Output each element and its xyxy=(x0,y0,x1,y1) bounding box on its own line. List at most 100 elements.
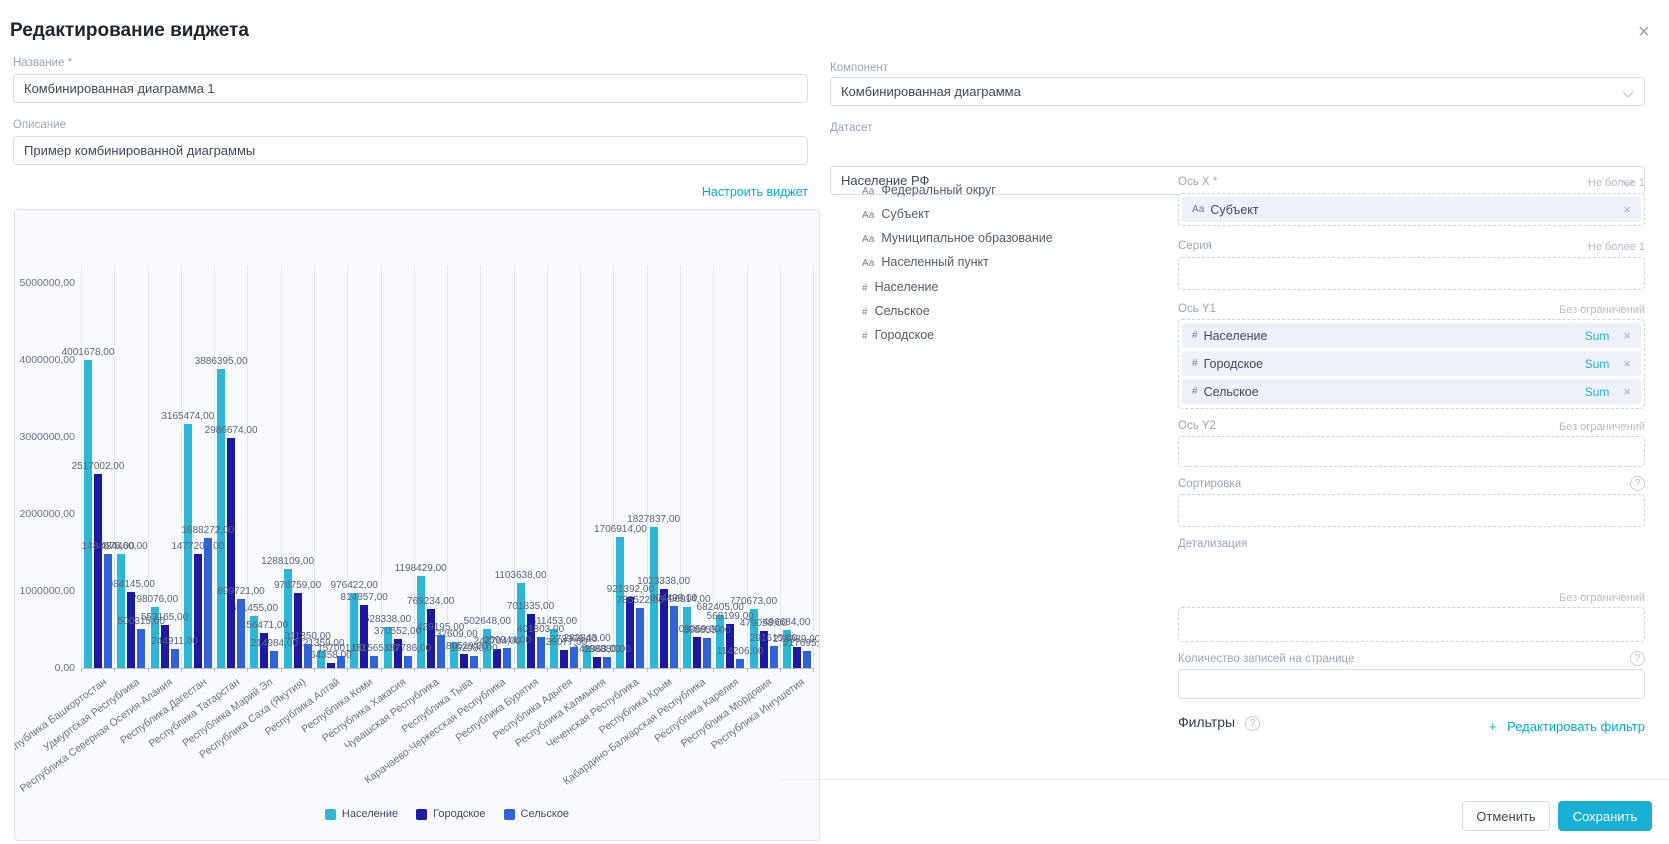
bar-value-label: 138880,00 xyxy=(583,644,630,655)
close-icon[interactable]: × xyxy=(1638,22,1650,42)
legend-label: Сельское xyxy=(521,808,570,820)
field-item-population[interactable]: # Население xyxy=(862,280,938,300)
bar-Население xyxy=(716,615,724,668)
gridline xyxy=(580,265,581,668)
legend-item-Сельское[interactable]: Сельское xyxy=(504,808,570,820)
help-icon[interactable]: ? xyxy=(1630,651,1645,666)
remove-chip-icon[interactable]: × xyxy=(1623,384,1631,399)
bar-value-label: 429195,00 xyxy=(417,622,464,633)
text-type-icon: Аа xyxy=(862,186,874,197)
axis-y1-chip-population[interactable]: # Население Sum × xyxy=(1182,323,1641,348)
bar-Сельское xyxy=(736,659,744,668)
sorting-dropzone[interactable] xyxy=(1178,494,1645,527)
bar-Городское xyxy=(460,654,468,668)
bar-value-label: 3886395,00 xyxy=(195,356,248,367)
gridline xyxy=(347,265,348,668)
page-size-input[interactable] xyxy=(1178,669,1645,699)
bar-value-label: 259944,00 xyxy=(484,635,531,646)
bar-value-label: 4001678,00 xyxy=(62,347,115,358)
number-type-icon: # xyxy=(862,283,868,294)
bar-value-label: 984145,00 xyxy=(108,579,155,590)
bar-Сельское xyxy=(636,608,644,668)
y-axis-tick-label: 1000000,00 xyxy=(15,585,75,597)
bar-Сельское xyxy=(803,651,811,668)
y-axis-tick-label: 3000000,00 xyxy=(15,431,75,443)
axis-y1-chip-rural[interactable]: # Сельское Sum × xyxy=(1182,379,1641,404)
field-item-urban[interactable]: # Городское xyxy=(862,328,934,348)
gridline xyxy=(780,265,781,668)
edit-filter-link[interactable]: + Редактировать фильтр xyxy=(1178,718,1645,736)
gridline xyxy=(747,265,748,668)
bar-value-label: 500315,00 xyxy=(118,616,165,627)
aggregation-select[interactable]: Sum xyxy=(1585,385,1610,399)
bar-value-label: 2986674,00 xyxy=(205,425,258,436)
bar-Городское xyxy=(194,554,202,668)
axis-x-chip-subject[interactable]: Аа Субъект × xyxy=(1182,197,1641,222)
gridline xyxy=(647,265,648,668)
bar-value-label: 456471,00 xyxy=(241,620,288,631)
help-icon[interactable]: ? xyxy=(1630,476,1645,491)
remove-chip-icon[interactable]: × xyxy=(1623,328,1631,343)
bar-Городское xyxy=(94,474,102,668)
bar-Сельское xyxy=(171,649,179,668)
bar-Население xyxy=(84,360,92,668)
aggregation-select[interactable]: Sum xyxy=(1585,329,1610,343)
cancel-button[interactable]: Отменить xyxy=(1462,801,1550,831)
bar-Городское xyxy=(427,609,435,668)
number-type-icon: # xyxy=(1192,358,1198,369)
gridline xyxy=(281,265,282,668)
configure-widget-link[interactable]: Настроить виджет xyxy=(13,185,808,199)
bar-Городское xyxy=(626,597,634,668)
text-type-icon: Аа xyxy=(862,210,874,221)
legend-swatch xyxy=(325,809,336,820)
series-dropzone[interactable] xyxy=(1178,257,1645,290)
field-item-subject[interactable]: Аа Субъект xyxy=(862,207,930,227)
bar-Сельское xyxy=(570,647,578,668)
bar-value-label: 388855,00 xyxy=(683,625,730,636)
bar-value-label: 157786,00 xyxy=(384,643,431,654)
bar-value-label: 701835,00 xyxy=(507,601,554,612)
bar-value-label: 1288109,00 xyxy=(261,556,314,567)
axis-y2-dropzone[interactable] xyxy=(1178,436,1645,467)
legend-item-Население[interactable]: Население xyxy=(325,808,398,820)
bar-value-label: 370552,00 xyxy=(374,626,421,637)
bar-Сельское xyxy=(603,657,611,668)
bar-Городское xyxy=(793,647,801,668)
field-item-settlement[interactable]: Аа Населенный пункт xyxy=(862,255,989,275)
chart-legend: Население Городское Сельское xyxy=(81,808,813,820)
field-item-federal-district[interactable]: Аа Федеральный округ xyxy=(862,183,996,203)
number-type-icon: # xyxy=(1192,330,1198,341)
bar-value-label: 976759,00 xyxy=(274,580,321,591)
bar-value-label: 1827837,00 xyxy=(627,514,680,525)
axis-y1-dropzone[interactable]: # Население Sum × # Городское Sum × # Се… xyxy=(1178,319,1645,409)
remove-chip-icon[interactable]: × xyxy=(1623,356,1631,371)
bar-Городское xyxy=(693,637,701,668)
extra-dropzone[interactable] xyxy=(1178,607,1645,642)
description-input[interactable] xyxy=(13,136,808,165)
bar-value-label: 1198429,00 xyxy=(395,563,447,574)
remove-chip-icon[interactable]: × xyxy=(1623,202,1631,217)
axis-tick xyxy=(813,668,814,672)
field-item-rural[interactable]: # Сельское xyxy=(862,304,930,324)
component-value: Комбинированная диаграмма xyxy=(841,78,1021,105)
component-select[interactable]: Комбинированная диаграмма xyxy=(830,77,1645,106)
aggregation-select[interactable]: Sum xyxy=(1585,357,1610,371)
name-input[interactable] xyxy=(13,74,808,103)
bar-value-label: 217695,00 xyxy=(783,638,820,649)
sorting-label: Сортировка xyxy=(1178,478,1241,490)
axis-x-dropzone[interactable]: Аа Субъект × xyxy=(1178,193,1645,226)
field-item-municipality[interactable]: Аа Муниципальное образование xyxy=(862,231,1053,251)
text-type-icon: Аа xyxy=(862,258,874,269)
save-button[interactable]: Сохранить xyxy=(1558,801,1652,831)
number-type-icon: # xyxy=(862,307,868,318)
bar-value-label: 1477202,00 xyxy=(171,541,224,552)
bar-Сельское xyxy=(270,651,278,668)
bar-Сельское xyxy=(670,606,678,668)
bar-value-label: 814857,00 xyxy=(341,592,388,603)
dataset-label: Датасет xyxy=(830,122,873,134)
axis-y1-chip-urban[interactable]: # Городское Sum × xyxy=(1182,351,1641,376)
page-size-label: Количество записей на странице xyxy=(1178,653,1354,665)
number-type-icon: # xyxy=(1192,386,1198,397)
gridline xyxy=(613,265,614,668)
legend-item-Городское[interactable]: Городское xyxy=(416,808,485,820)
